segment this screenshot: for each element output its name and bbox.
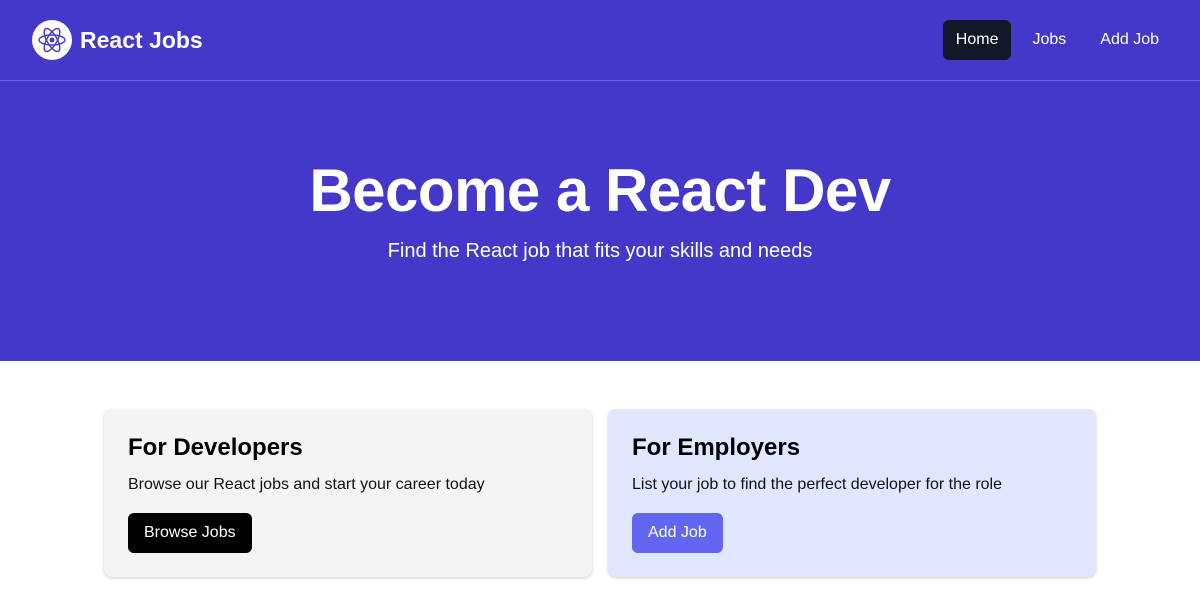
nav-link-add-job[interactable]: Add Job [1087,20,1172,60]
developers-card-title: For Developers [128,434,303,461]
employers-card-text: List your job to find the perfect develo… [632,476,1002,493]
nav-link-jobs[interactable]: Jobs [1019,20,1079,60]
add-job-button[interactable]: Add Job [632,513,723,553]
hero-section: Become a React Dev Find the React job th… [0,81,1200,361]
hero-title: Become a React Dev [309,157,891,224]
brand-home-link[interactable]: React Jobs [32,20,203,60]
developers-card: For Developers Browse our React jobs and… [104,409,592,577]
nav-links: Home Jobs Add Job [942,20,1172,60]
brand-name: React Jobs [80,26,203,53]
employers-card: For Employers List your job to find the … [608,409,1096,577]
employers-card-title: For Employers [632,434,801,461]
navbar: React Jobs Home Jobs Add Job [0,0,1200,81]
hero-subtitle: Find the React job that fits your skills… [387,240,813,262]
nav-link-home[interactable]: Home [942,20,1012,60]
react-atom-icon [32,20,72,60]
browse-jobs-button[interactable]: Browse Jobs [128,513,252,553]
developers-card-text: Browse our React jobs and start your car… [128,476,485,493]
